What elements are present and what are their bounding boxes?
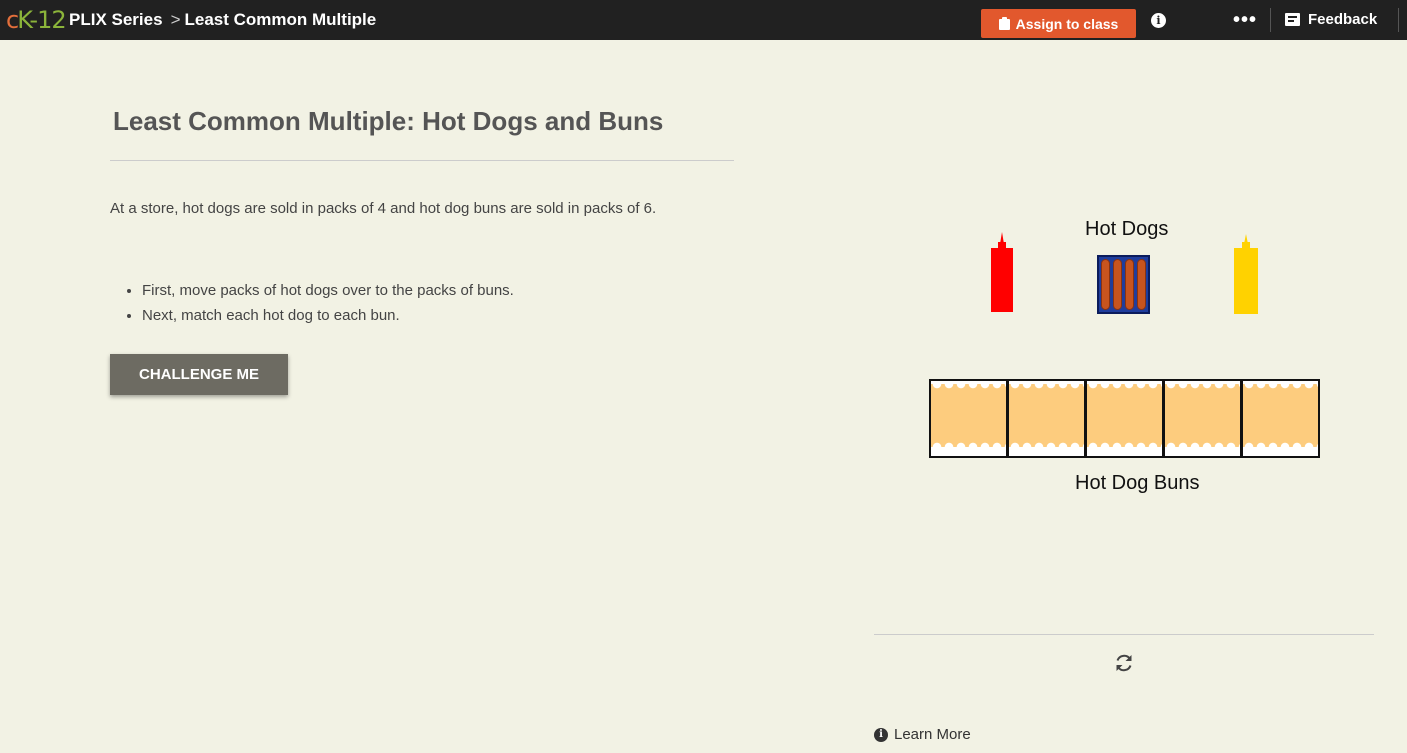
clipboard-icon (998, 17, 1010, 30)
hot-dog (1113, 259, 1122, 310)
ck12-logo[interactable]: c K-12 (6, 6, 67, 34)
logo-c: c (6, 6, 19, 34)
instruction-item: Next, match each hot dog to each bun. (142, 307, 514, 324)
bun-pack[interactable] (1009, 381, 1087, 456)
bun-pack[interactable] (931, 381, 1009, 456)
breadcrumb: PLIX Series > Least Common Multiple (69, 10, 376, 30)
hot-dog-pack[interactable] (1097, 255, 1150, 314)
feedback-button[interactable]: Feedback (1285, 11, 1377, 28)
instruction-item: First, move packs of hot dogs over to th… (142, 282, 514, 299)
hot-dog (1101, 259, 1110, 310)
hot-dog-buns-label: Hot Dog Buns (1075, 472, 1200, 494)
assign-label: Assign to class (1015, 15, 1119, 32)
title-divider (110, 160, 734, 161)
bun-pack[interactable] (1087, 381, 1165, 456)
bun-pack[interactable] (1165, 381, 1243, 456)
interactive-divider (874, 634, 1374, 635)
bun-packs-row (929, 379, 1320, 458)
assign-to-class-button[interactable]: Assign to class (981, 9, 1136, 38)
instructions-list: First, move packs of hot dogs over to th… (110, 282, 514, 332)
feedback-icon (1285, 13, 1300, 26)
breadcrumb-page: Least Common Multiple (184, 10, 377, 29)
toolbar-divider-right (1398, 8, 1399, 32)
hot-dog (1125, 259, 1134, 310)
challenge-me-button[interactable]: CHALLENGE ME (110, 354, 288, 395)
refresh-icon (1116, 654, 1132, 672)
feedback-label: Feedback (1308, 11, 1378, 28)
ketchup-bottle-icon (991, 232, 1013, 312)
more-options-icon[interactable]: ••• (1233, 10, 1257, 30)
toolbar-divider (1270, 8, 1271, 32)
info-icon[interactable]: i (1151, 13, 1166, 28)
intro-text: At a store, hot dogs are sold in packs o… (110, 200, 657, 217)
learn-more-link[interactable]: i Learn More (874, 726, 971, 743)
logo-k12: K-12 (17, 6, 66, 34)
breadcrumb-series[interactable]: PLIX Series (69, 10, 163, 29)
top-bar: c K-12 PLIX Series > Least Common Multiple … (0, 0, 1407, 40)
bun-pack[interactable] (1243, 381, 1318, 456)
mustard-bottle-icon (1234, 234, 1258, 314)
breadcrumb-separator: > (170, 10, 181, 29)
page-title: Least Common Multiple: Hot Dogs and Buns (113, 106, 664, 136)
learn-more-label: Learn More (894, 726, 971, 743)
reset-button[interactable] (1113, 652, 1135, 674)
hot-dog (1137, 259, 1146, 310)
hot-dogs-label: Hot Dogs (1085, 218, 1169, 240)
info-icon: i (874, 727, 888, 742)
